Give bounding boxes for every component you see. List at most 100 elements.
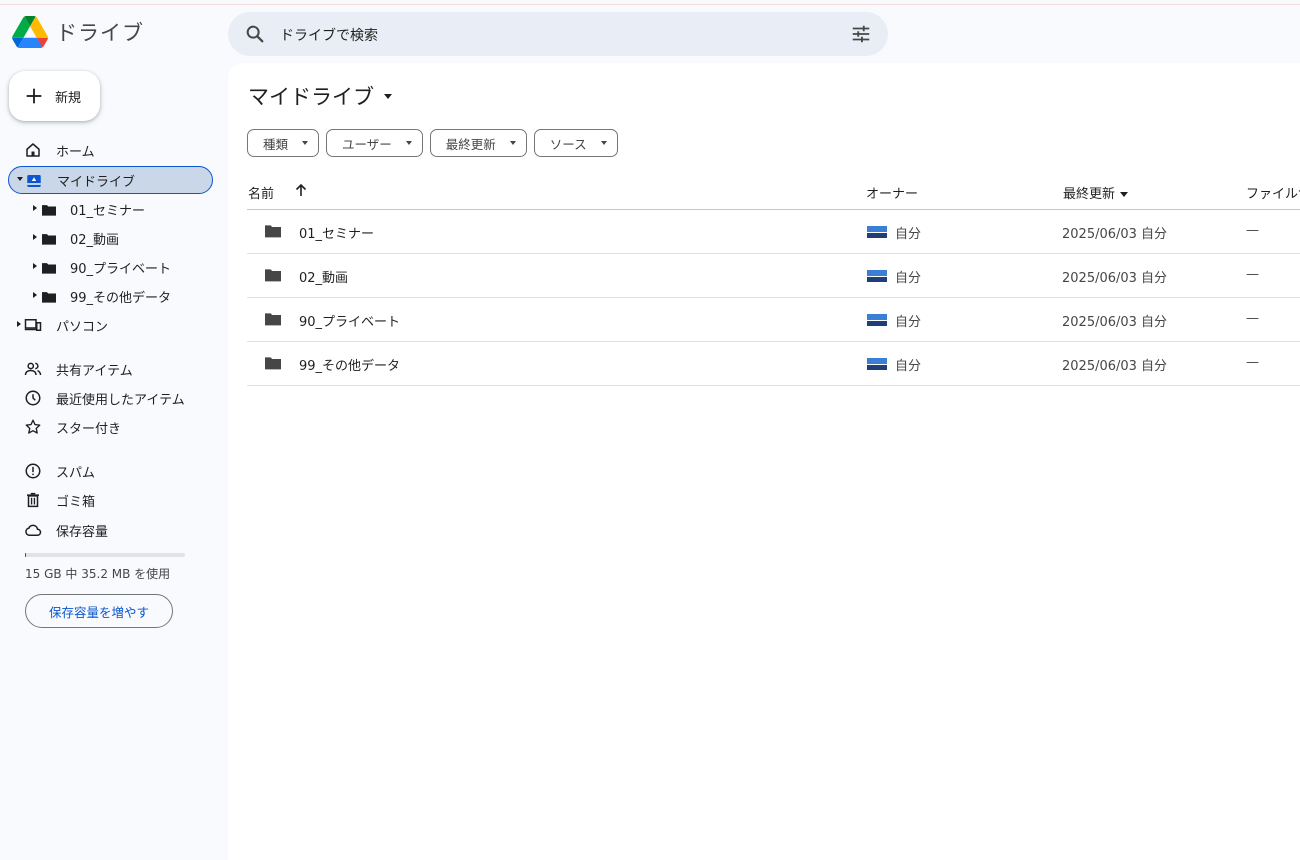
search-icon[interactable] [244, 23, 266, 45]
folder-icon [42, 234, 56, 245]
table-row[interactable]: 02_動画 自分 2025/06/03 自分 — [247, 254, 1300, 298]
app-title: ドライブ [56, 21, 144, 45]
sidebar-item-label: スパム [56, 465, 96, 481]
column-modified[interactable]: 最終更新 [1063, 183, 1129, 202]
folder-icon [265, 225, 281, 238]
file-modified: 2025/06/03 自分 [1062, 315, 1168, 330]
filter-label: ユーザー [342, 136, 392, 152]
sidebar-item-starred[interactable]: スター付き [8, 413, 213, 441]
page-title-text: マイドライブ [248, 85, 374, 109]
sidebar-folder-label: 99_その他データ [70, 290, 172, 306]
folder-icon [42, 205, 56, 216]
storage-usage-fill [25, 553, 26, 557]
spam-icon [25, 463, 41, 479]
sidebar-item-trash[interactable]: ゴミ箱 [8, 486, 213, 514]
dropdown-arrow-icon [302, 141, 309, 145]
filter-source[interactable]: ソース [533, 129, 618, 157]
sidebar-item-label: ホーム [56, 144, 95, 160]
my-drive-icon [27, 175, 41, 187]
sidebar-item-label: スター付き [56, 421, 122, 437]
drive-logo-icon [12, 16, 48, 48]
clock-icon [25, 390, 41, 406]
search-options-icon[interactable] [850, 23, 872, 45]
sidebar-folder-label: 02_動画 [70, 232, 120, 248]
sidebar-item-storage[interactable]: 保存容量 [8, 516, 213, 544]
cloud-icon [25, 524, 42, 536]
file-modified: 2025/06/03 自分 [1062, 271, 1168, 286]
storage-usage-text: 15 GB 中 35.2 MB を使用 [25, 567, 171, 581]
expand-caret-icon[interactable] [33, 205, 37, 211]
plus-icon [26, 88, 42, 104]
page-title[interactable]: マイドライブ [248, 81, 392, 111]
sidebar-item-label: マイドライブ [57, 174, 136, 190]
owner-avatar-icon [867, 270, 887, 282]
sidebar-item-recent[interactable]: 最近使用したアイテム [8, 384, 213, 412]
owner-avatar-icon [867, 358, 887, 370]
sidebar-folder-label: 90_プライベート [70, 261, 172, 277]
file-name: 90_プライベート [299, 315, 401, 330]
main-content: マイドライブ 種類 ユーザー 最終更新 ソース 名前 オーナー 最終更新 ファイ… [228, 63, 1300, 860]
sidebar-item-shared[interactable]: 共有アイテム [8, 355, 213, 383]
table-row[interactable]: 90_プライベート 自分 2025/06/03 自分 — [247, 298, 1300, 342]
folder-icon [265, 357, 281, 370]
expand-caret-icon[interactable] [33, 292, 37, 298]
trash-icon [27, 492, 39, 508]
file-size: — [1246, 311, 1259, 326]
sidebar-item-home[interactable]: ホーム [8, 136, 213, 164]
sidebar-item-spam[interactable]: スパム [8, 457, 213, 485]
sidebar-item-label: パソコン [56, 319, 109, 335]
file-owner: 自分 [895, 359, 922, 374]
dropdown-arrow-icon [405, 141, 412, 145]
dropdown-arrow-icon [600, 141, 607, 145]
filter-modified[interactable]: 最終更新 [429, 129, 527, 157]
sort-ascending-icon[interactable] [294, 182, 308, 198]
column-name[interactable]: 名前 [248, 183, 274, 202]
folder-icon [42, 292, 56, 303]
file-name: 99_その他データ [299, 359, 401, 374]
folder-icon [42, 263, 56, 274]
filter-label: ソース [549, 136, 587, 152]
search-input[interactable]: ドライブで検索 [280, 25, 378, 45]
computer-icon [24, 319, 42, 331]
file-name: 02_動画 [299, 271, 349, 286]
search-bar[interactable]: ドライブで検索 [228, 12, 888, 56]
home-icon [26, 143, 40, 157]
sort-descending-icon [1120, 192, 1129, 197]
folder-icon [265, 269, 281, 282]
column-size[interactable]: ファイルサ [1246, 183, 1300, 202]
owner-avatar-icon [867, 226, 887, 238]
new-button[interactable]: 新規 [9, 71, 100, 121]
file-modified: 2025/06/03 自分 [1062, 359, 1168, 374]
drive-logo[interactable]: ドライブ [12, 16, 144, 48]
file-size: — [1246, 223, 1259, 238]
filter-label: 最終更新 [445, 136, 496, 152]
top-divider [0, 4, 1300, 5]
file-name: 01_セミナー [299, 227, 375, 242]
file-owner: 自分 [895, 315, 922, 330]
column-owner[interactable]: オーナー [866, 183, 918, 202]
new-button-label: 新規 [55, 90, 82, 106]
get-more-storage-button[interactable]: 保存容量を増やす [25, 594, 173, 628]
table-row[interactable]: 99_その他データ 自分 2025/06/03 自分 — [247, 342, 1300, 386]
expand-caret-icon[interactable] [17, 177, 23, 181]
expand-caret-icon[interactable] [17, 321, 21, 327]
folder-icon [265, 313, 281, 326]
filter-label: 種類 [263, 136, 289, 152]
sidebar-item-label: 共有アイテム [56, 363, 133, 379]
file-size: — [1246, 267, 1259, 282]
sidebar-item-label: 最近使用したアイテム [56, 392, 185, 408]
sidebar-item-label: ゴミ箱 [56, 494, 96, 510]
file-owner: 自分 [895, 227, 922, 242]
table-row[interactable]: 01_セミナー 自分 2025/06/03 自分 — [247, 210, 1300, 254]
filter-type[interactable]: 種類 [247, 129, 320, 157]
file-owner: 自分 [895, 271, 922, 286]
storage-usage-bar [25, 553, 185, 557]
sidebar-item-my-drive[interactable]: マイドライブ [8, 166, 213, 194]
filter-people[interactable]: ユーザー [326, 129, 423, 157]
sidebar-item-computers[interactable]: パソコン [8, 311, 213, 339]
owner-avatar-icon [867, 314, 887, 326]
people-icon [24, 362, 42, 376]
expand-caret-icon[interactable] [33, 263, 37, 269]
column-modified-label: 最終更新 [1063, 187, 1116, 202]
expand-caret-icon[interactable] [33, 234, 37, 240]
